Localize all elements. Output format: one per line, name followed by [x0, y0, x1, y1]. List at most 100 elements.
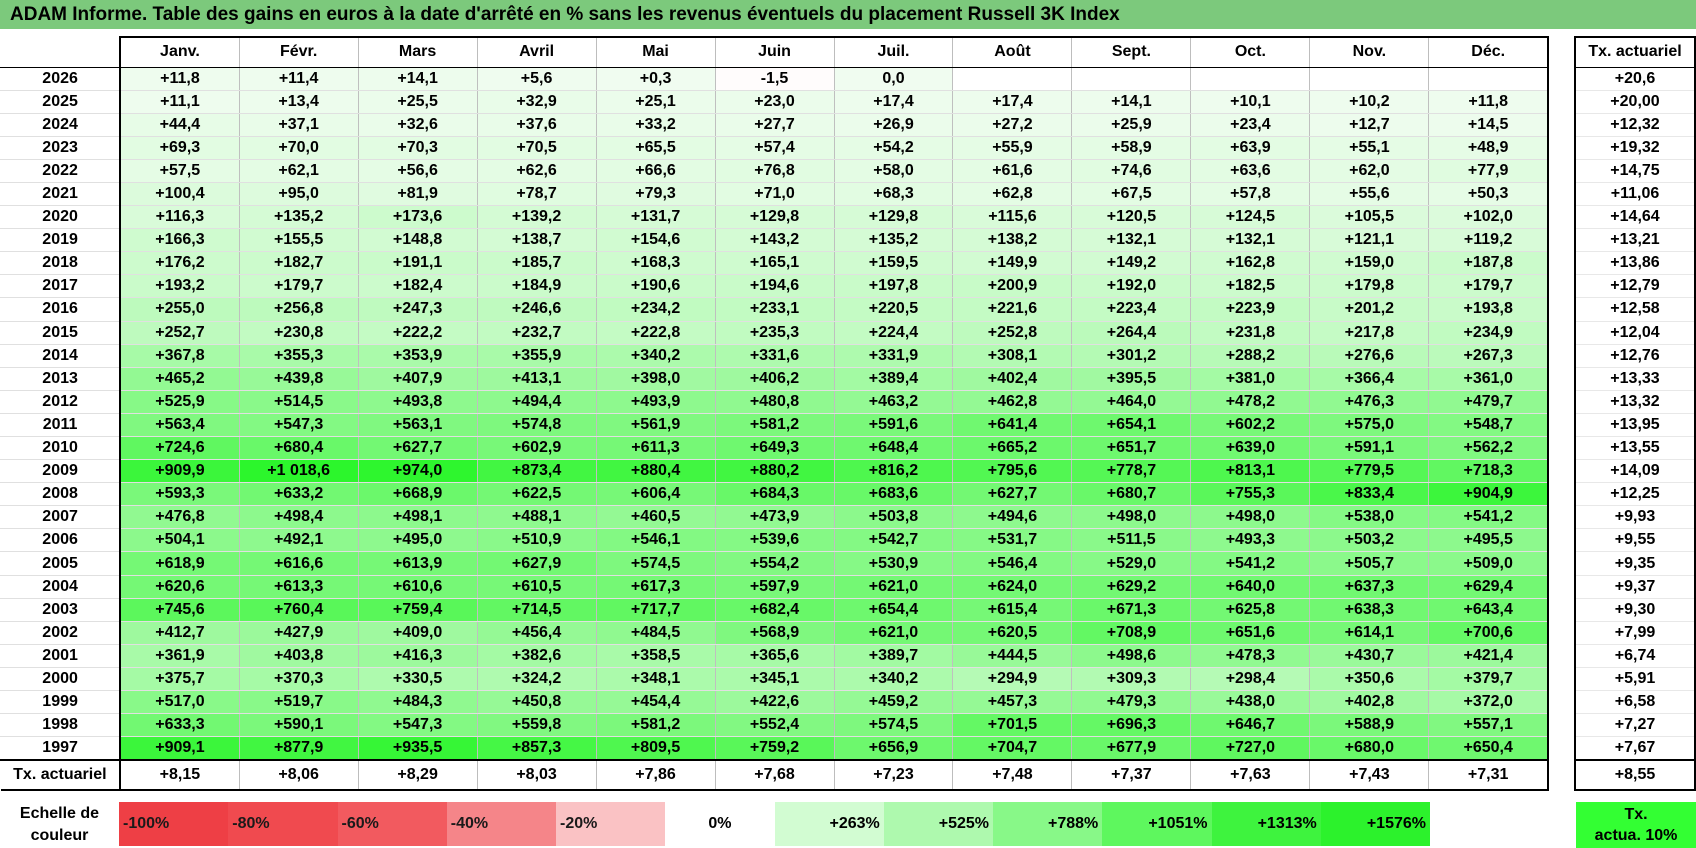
table-row: 2024 +44,4 +37,1 +32,6 +37,6 +33,2 +27,7 +26,9 +… [0, 113, 1550, 137]
table-row: 2004 +620,6 +613,3 +610,6 +610,5 +617,3 +597,9… [0, 575, 1550, 599]
table-row: 2013 +465,2 +439,8 +407,9 +413,1 +398,0 +406,2… [0, 367, 1550, 391]
legend-step: +1313% [1211, 802, 1321, 846]
gain-cell: +340,2 [596, 344, 716, 368]
rate-table-body: +20,6 +20,00 +12,32 +19,32 +14,75 +11,06 +14,6… [1574, 67, 1696, 761]
gain-cell: +677,9 [1071, 736, 1192, 761]
gain-cell: +365,6 [715, 644, 835, 668]
gain-cell: +548,7 [1428, 413, 1550, 438]
gain-cell: +505,7 [1309, 551, 1430, 576]
gain-cell: +221,6 [952, 297, 1073, 322]
rate-cell: +12,79 [1574, 274, 1696, 299]
table-row: 2000 +375,7 +370,3 +330,5 +324,2 +348,1 +345,1… [0, 667, 1550, 692]
gain-cell: +510,9 [477, 528, 597, 553]
year-cell: 2011 [0, 413, 122, 438]
gain-cell: +651,7 [1071, 436, 1192, 461]
gain-cell: +233,1 [715, 297, 835, 322]
year-cell: 2020 [0, 205, 122, 230]
gain-cell: +422,6 [715, 690, 835, 715]
gain-cell: +191,1 [358, 251, 478, 276]
gain-cell: +197,8 [834, 274, 954, 299]
gain-cell: +76,8 [715, 159, 835, 183]
gain-cell [1428, 67, 1550, 91]
year-cell: 2013 [0, 367, 122, 391]
gain-cell: +116,3 [120, 205, 240, 230]
gain-cell: +602,9 [477, 436, 597, 461]
rate-cell: +13,86 [1574, 251, 1696, 276]
rate-cell: +19,32 [1574, 136, 1696, 160]
gain-cell: +331,6 [715, 344, 835, 368]
gain-cell: +622,5 [477, 482, 597, 507]
gain-cell: +308,1 [952, 344, 1073, 368]
rate-cell: +6,74 [1574, 644, 1696, 668]
gain-cell: +974,0 [358, 459, 478, 484]
gain-cell: +495,0 [358, 528, 478, 553]
rate-cell: +7,67 [1574, 736, 1696, 761]
gain-cell: +479,7 [1428, 390, 1550, 414]
month-header: Janv. [119, 36, 240, 68]
gain-cell: +149,9 [952, 251, 1073, 276]
legend-step: -20% [556, 802, 666, 846]
month-header: Sept. [1071, 36, 1192, 68]
gain-cell: +498,6 [1071, 644, 1192, 668]
gain-cell [1309, 67, 1430, 91]
gain-cell: +13,4 [239, 90, 359, 114]
gain-cell: +503,2 [1309, 528, 1430, 553]
rate-cell: +14,09 [1574, 459, 1696, 484]
gain-cell: +488,1 [477, 505, 597, 530]
gain-cell: +27,7 [715, 113, 835, 137]
gain-cell: +816,2 [834, 459, 954, 484]
gain-cell: +620,5 [952, 621, 1073, 645]
gain-cell: +563,1 [358, 413, 478, 438]
gain-cell: +63,9 [1190, 136, 1311, 160]
gain-cell: +56,6 [358, 159, 478, 183]
gain-cell: +379,7 [1428, 667, 1550, 692]
gain-cell: +54,2 [834, 136, 954, 160]
gain-cell: +641,4 [952, 413, 1073, 438]
gain-cell: +381,0 [1190, 367, 1311, 391]
table-row: 2018 +176,2 +182,7 +191,1 +185,7 +168,3 +165,1… [0, 251, 1550, 276]
gain-cell: +324,2 [477, 667, 597, 692]
gain-cell: +671,3 [1071, 598, 1192, 622]
gain-cell: +529,0 [1071, 551, 1192, 576]
rate-cell: +9,30 [1574, 598, 1696, 622]
footer-rate-cell: +7,43 [1309, 759, 1430, 791]
footer-rate-cell: +7,37 [1071, 759, 1192, 791]
year-cell: 1997 [0, 736, 122, 761]
gain-cell: +904,9 [1428, 482, 1550, 507]
gain-cell: +389,4 [834, 367, 954, 391]
gain-cell: +129,8 [834, 205, 954, 230]
gain-cell: +66,6 [596, 159, 716, 183]
gain-cell: +135,2 [239, 205, 359, 230]
gain-cell: +37,1 [239, 113, 359, 137]
gain-cell: +149,2 [1071, 251, 1192, 276]
gain-cell: +187,8 [1428, 251, 1550, 276]
gain-cell: +71,0 [715, 182, 835, 207]
gain-cell: +398,0 [596, 367, 716, 391]
gain-cell: +621,0 [834, 621, 954, 645]
year-cell: 2009 [0, 459, 122, 484]
gain-cell: +247,3 [358, 297, 478, 322]
gain-cell: +182,4 [358, 274, 478, 299]
month-header: Févr. [238, 36, 359, 68]
gain-cell: +11,8 [120, 67, 240, 91]
table-row: 1999 +517,0 +519,7 +484,3 +450,8 +454,4 +422,6… [0, 690, 1550, 715]
table-row: 2023 +69,3 +70,0 +70,3 +70,5 +65,5 +57,4 +54,2 +… [0, 136, 1550, 160]
gain-cell: +148,8 [358, 228, 478, 253]
year-cell: 2004 [0, 575, 122, 599]
gain-cell: +519,7 [239, 690, 359, 715]
year-cell: 2025 [0, 90, 122, 114]
gain-cell: +168,3 [596, 251, 716, 276]
year-cell: 2022 [0, 159, 122, 183]
gain-cell: +407,9 [358, 367, 478, 391]
table-row: 2017 +193,2 +179,7 +182,4 +184,9 +190,6 +194,6… [0, 274, 1550, 299]
gain-cell: +217,8 [1309, 321, 1430, 345]
year-cell: 2000 [0, 667, 122, 692]
gain-cell: +44,4 [120, 113, 240, 137]
gain-cell: +430,7 [1309, 644, 1430, 668]
gain-cell: +654,4 [834, 598, 954, 622]
gains-table-body: 2026 +11,8 +11,4 +14,1 +5,6 +0,3 -1,5 0,0 2025 +1… [0, 67, 1550, 761]
gain-cell: +185,7 [477, 251, 597, 276]
rate-cell: +14,75 [1574, 159, 1696, 183]
gain-cell: +561,9 [596, 413, 716, 438]
gain-cell: +256,8 [239, 297, 359, 322]
